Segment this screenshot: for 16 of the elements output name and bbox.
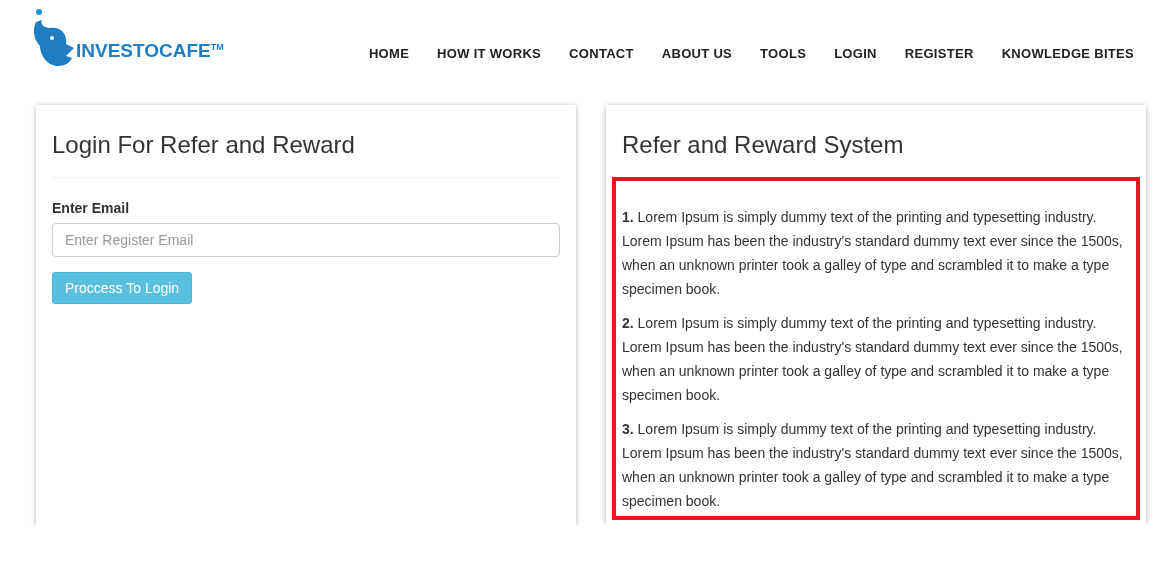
card-title: Login For Refer and Reward — [52, 131, 356, 159]
nav-link[interactable]: REGISTER — [904, 46, 974, 61]
nav-link[interactable]: HOME — [368, 46, 410, 61]
email-field[interactable]: Enter Register Email — [52, 223, 560, 257]
nav-link[interactable]: TOOLS — [760, 46, 807, 61]
nav-link[interactable]: HOW IT WORKS — [437, 46, 542, 61]
nav-link[interactable]: ABOUT US — [661, 46, 733, 61]
nav-link[interactable]: CONTACT — [569, 46, 634, 61]
paragraph: 3. Lorem Ipsum is simply dummy text of the printing and typesetting industry. Lorem Ipsum has been the industry's standard dummy text ever since the 1500s, when an unknown printer took a galley of type and scrambled it to make a type specimen book. — [622, 420, 1124, 511]
paragraph: 1. Lorem Ipsum is simply dummy text of the printing and typesetting industry. Lorem Ipsum has been the industry's standard dummy text ever since the 1500s, when an unknown printer took a galley of type and scrambled it to make a type specimen book. — [622, 208, 1124, 299]
paragraph: 2. Lorem Ipsum is simply dummy text of the printing and typesetting industry. Lorem Ipsum has been the industry's standard dummy text ever since the 1500s, when an unknown printer took a galley of type and scrambled it to make a type specimen book. — [622, 314, 1124, 405]
field-label: Enter Email — [52, 200, 131, 216]
nav-link[interactable]: KNOWLEDGE BITES — [1001, 46, 1134, 61]
brand-name: INVESTOCAFE$^{TM}$ — [76, 40, 224, 62]
nav-link[interactable]: LOGIN — [834, 46, 877, 61]
card-title: Refer and Reward System — [622, 131, 905, 159]
